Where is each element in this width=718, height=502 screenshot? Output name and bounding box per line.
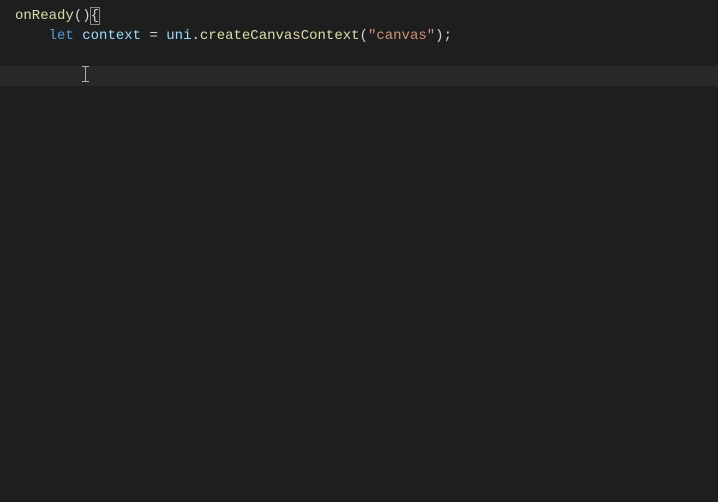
brace-open-token: { xyxy=(90,7,100,25)
object-token: uni xyxy=(166,28,191,44)
code-line-active[interactable] xyxy=(0,66,718,86)
keyword-token: let xyxy=(49,28,74,44)
paren-open-token: ( xyxy=(360,28,368,44)
dot-token: . xyxy=(191,28,199,44)
indent xyxy=(15,48,49,64)
code-line[interactable] xyxy=(0,46,718,66)
string-token: "canvas" xyxy=(368,28,435,44)
paren-close-token: ) xyxy=(435,28,443,44)
semicolon-token: ; xyxy=(444,28,452,44)
space xyxy=(158,28,166,44)
variable-token: context xyxy=(82,28,141,44)
text-cursor-icon xyxy=(85,66,86,82)
operator-token: = xyxy=(149,28,157,44)
method-token: createCanvasContext xyxy=(200,28,360,44)
code-line[interactable]: let context = uni.createCanvasContext("c… xyxy=(0,26,718,46)
indent xyxy=(15,28,49,44)
code-line[interactable]: onReady(){ xyxy=(0,6,718,26)
space xyxy=(74,28,82,44)
function-name-token: onReady xyxy=(15,8,74,24)
paren-open-token: ( xyxy=(74,8,82,24)
code-editor[interactable]: onReady(){ let context = uni.createCanva… xyxy=(0,0,718,502)
